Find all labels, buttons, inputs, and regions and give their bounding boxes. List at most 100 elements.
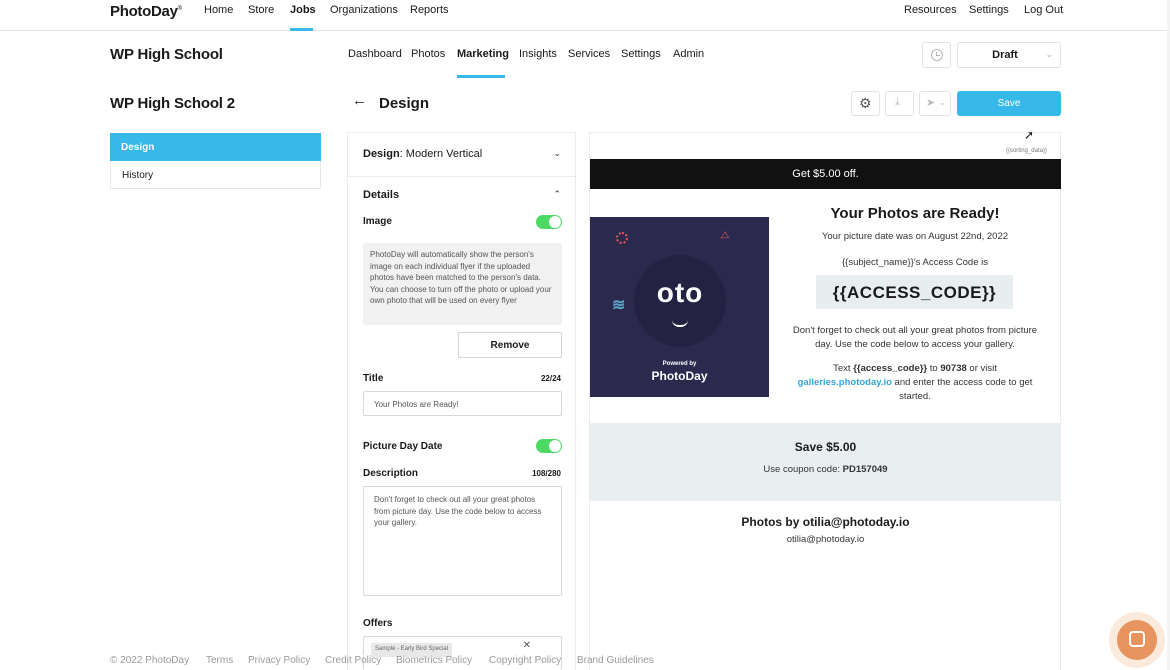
description-textarea[interactable]: Don't forget to check out all your great… — [363, 486, 562, 596]
chat-launcher[interactable] — [1117, 620, 1157, 660]
sidebar-item-history[interactable]: History — [110, 161, 321, 189]
footer-copyright-policy[interactable]: Copyright Policy — [489, 655, 561, 666]
tab-admin[interactable]: Admin — [673, 48, 704, 60]
page-title: Design — [379, 95, 430, 112]
top-nav: PhotoDay® Home Store Jobs Organizations … — [0, 0, 1170, 31]
settings-button[interactable]: ⚙ — [851, 91, 880, 116]
nav-resources[interactable]: Resources — [904, 4, 957, 16]
footer-brand-guidelines[interactable]: Brand Guidelines — [577, 655, 654, 666]
text-or: or visit — [966, 363, 997, 374]
title-counter: 22/24 — [540, 374, 561, 383]
chevron-down-icon: ⌄ — [1045, 49, 1053, 59]
image-info-text: PhotoDay will automatically show the per… — [363, 243, 562, 325]
nav-settings[interactable]: Settings — [969, 4, 1009, 16]
picture-day-date-label: Picture Day Date — [363, 441, 443, 452]
footer-credit-policy[interactable]: Credit Policy — [325, 655, 381, 666]
text-code: {{access_code}} — [853, 363, 928, 374]
nav-home[interactable]: Home — [204, 4, 233, 16]
sidebar-item-design[interactable]: Design — [110, 133, 321, 161]
nav-jobs[interactable]: Jobs — [290, 4, 316, 16]
clear-icon[interactable]: ✕ — [523, 640, 531, 652]
tab-active-indicator — [457, 75, 505, 78]
access-code: {{ACCESS_CODE}} — [816, 275, 1013, 309]
text-to: to — [927, 363, 941, 374]
oto-logo: oto — [656, 277, 704, 308]
photoday-logo[interactable]: PhotoDay® — [110, 3, 182, 20]
coupon-code: PD157049 — [842, 464, 888, 475]
photographer-line: Photos by otilia@photoday.io — [741, 515, 910, 529]
design-label: Design — [363, 148, 400, 160]
access-code-intro: {{subject_name}}'s Access Code is — [842, 257, 988, 268]
job-title: WP High School — [110, 46, 223, 63]
tab-marketing[interactable]: Marketing — [457, 48, 509, 60]
photoday-logo: PhotoDay — [651, 369, 708, 383]
title-label: Title — [363, 373, 384, 384]
picture-day-date-toggle[interactable] — [536, 439, 562, 453]
save-button[interactable]: Save — [957, 91, 1061, 116]
download-button[interactable]: ⤓ — [885, 91, 914, 116]
editor-panel: Design: Modern Vertical ⌄ Details ⌃ Imag… — [347, 132, 577, 670]
tab-services[interactable]: Services — [568, 48, 610, 60]
sorting-data-placeholder: {{sorting_data}} — [1005, 148, 1047, 154]
job-status-value: Draft — [992, 49, 1018, 61]
download-icon: ⤓ — [895, 96, 900, 108]
text-after: and enter the access code to get started… — [891, 377, 1033, 402]
chevron-up-icon[interactable]: ⌃ — [553, 189, 561, 200]
title-input[interactable]: Your Photos are Ready! — [363, 391, 562, 416]
flyer-preview: {{sorting_data}} Get $5.00 off. ◁ ≋ oto … — [589, 132, 1061, 670]
clock-icon — [931, 49, 943, 61]
text-prefix: Text — [833, 363, 854, 374]
powered-by-text: Powered by — [662, 361, 697, 367]
coupon-section: Save $5.00 Use coupon code: PD157049 — [590, 423, 1061, 501]
send-icon: ➤ — [926, 97, 936, 109]
tab-photos[interactable]: Photos — [411, 48, 445, 60]
design-selector[interactable]: Design: Modern Vertical — [363, 148, 482, 160]
footer-privacy-policy[interactable]: Privacy Policy — [248, 655, 310, 666]
picture-date-line: Your picture date was on August 22nd, 20… — [821, 231, 1009, 242]
coupon-line: Use coupon code: PD157049 — [590, 464, 1061, 475]
flyer-heading: Your Photos are Ready! — [830, 205, 1000, 222]
mouse-cursor-icon: ➚ — [1024, 128, 1035, 142]
decorative-circle — [616, 232, 628, 244]
photographer-email: otilia@photoday.io — [786, 534, 865, 545]
history-button[interactable] — [922, 42, 951, 68]
text-instructions: Text {{access_code}} to 90738 or visit g… — [784, 362, 1046, 404]
offer-banner: Get $5.00 off. — [590, 159, 1061, 189]
flyer-name: WP High School 2 — [110, 95, 235, 112]
text-number: 90738 — [940, 363, 967, 374]
flyer-image: ◁ ≋ oto Powered by PhotoDay — [590, 217, 769, 397]
tab-dashboard[interactable]: Dashboard — [348, 48, 402, 60]
description-counter: 108/280 — [532, 469, 561, 478]
divider — [348, 176, 577, 177]
flyer-body: Don't forget to check out all your great… — [792, 325, 1038, 350]
tab-settings[interactable]: Settings — [621, 48, 661, 60]
image-label: Image — [363, 216, 392, 227]
nav-active-indicator — [290, 28, 313, 31]
nav-store[interactable]: Store — [248, 4, 274, 16]
decorative-triangle: ◁ — [717, 229, 730, 244]
footer-copyright: © 2022 PhotoDay — [110, 655, 190, 666]
tab-insights[interactable]: Insights — [519, 48, 557, 60]
chat-icon — [1129, 631, 1145, 647]
description-label: Description — [363, 468, 419, 479]
nav-log-out[interactable]: Log Out — [1024, 4, 1063, 16]
details-header[interactable]: Details — [363, 189, 399, 201]
back-arrow-icon[interactable]: ← — [352, 92, 367, 109]
job-status-select[interactable]: Draft ⌄ — [957, 42, 1061, 68]
decorative-squiggle: ≋ — [612, 297, 626, 314]
nav-organizations[interactable]: Organizations — [330, 4, 398, 16]
coupon-prefix: Use coupon code: — [763, 464, 843, 475]
chevron-down-icon: ⌄ — [939, 98, 946, 107]
coupon-title: Save $5.00 — [794, 440, 857, 454]
offers-label: Offers — [363, 618, 393, 629]
nav-reports[interactable]: Reports — [410, 4, 449, 16]
image-toggle[interactable] — [536, 215, 562, 229]
remove-button[interactable]: Remove — [458, 332, 562, 358]
gear-icon: ⚙ — [859, 95, 872, 111]
gallery-link[interactable]: galleries.photoday.io — [798, 377, 892, 388]
chevron-down-icon[interactable]: ⌄ — [553, 148, 561, 159]
design-value: : Modern Vertical — [399, 148, 483, 160]
footer-biometrics-policy[interactable]: Biometrics Policy — [396, 655, 472, 666]
footer-terms[interactable]: Terms — [206, 655, 233, 666]
send-button[interactable]: ➤ ⌄ — [919, 91, 951, 116]
